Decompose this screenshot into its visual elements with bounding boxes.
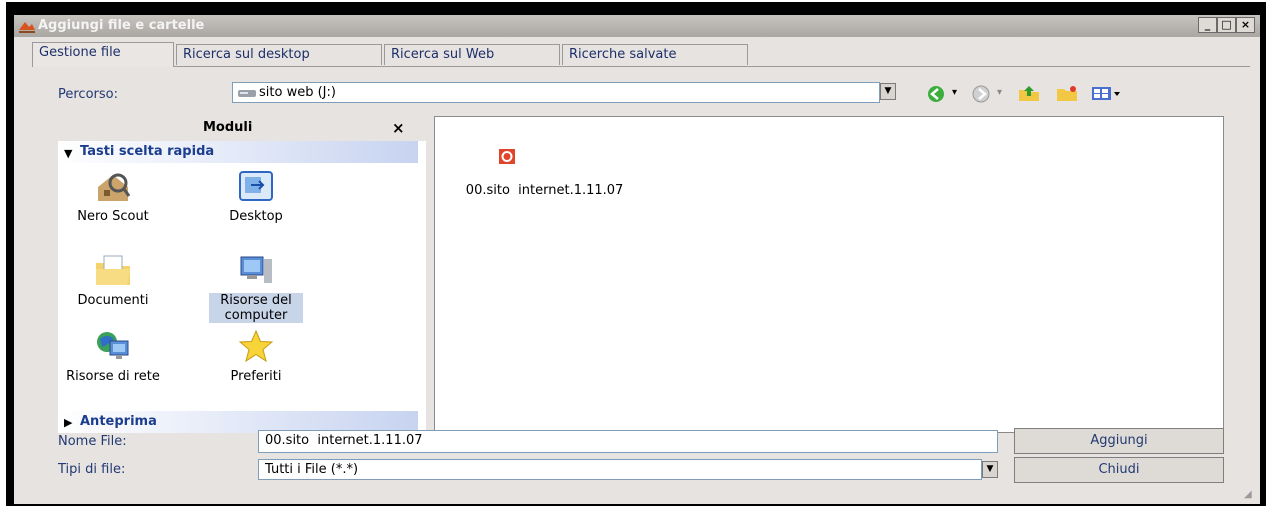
filetype-select[interactable]: Tutti i File (*.*): [258, 459, 982, 480]
path-value: sito web (J:): [259, 85, 336, 100]
close-window-button[interactable]: ×: [1236, 17, 1255, 33]
shortcut-nero-scout[interactable]: Nero Scout: [58, 169, 168, 224]
close-modules-icon[interactable]: ×: [392, 119, 405, 137]
filename-input[interactable]: 00.sito internet.1.11.07: [258, 430, 998, 453]
network-icon: [94, 332, 132, 367]
back-icon[interactable]: [926, 85, 946, 107]
tab-ricerca-desktop[interactable]: Ricerca sul desktop: [176, 44, 382, 65]
title-bar[interactable]: Aggiungi file e cartelle _ □ ×: [14, 15, 1260, 37]
my-computer-icon: [237, 256, 275, 291]
forward-icon[interactable]: [971, 85, 991, 107]
expand-triangle-icon: ▶: [64, 416, 73, 429]
path-combobox[interactable]: sito web (J:): [232, 82, 880, 103]
path-label: Percorso:: [58, 87, 118, 102]
add-button[interactable]: Aggiungi: [1014, 428, 1224, 454]
tab-divider: [32, 66, 1250, 67]
tab-label: Ricerca sul desktop: [183, 47, 310, 62]
modules-panel: ▼ Tasti scelta rapida Nero Scout Desktop…: [58, 141, 426, 433]
favorites-star-icon: [237, 329, 275, 367]
tab-ricerca-web[interactable]: Ricerca sul Web: [384, 44, 560, 65]
shortcut-preferiti[interactable]: Preferiti: [201, 329, 311, 384]
filetype-label: Tipi di file:: [58, 462, 126, 477]
shortcut-label: Documenti: [77, 293, 149, 308]
shortcut-label: Desktop: [229, 209, 283, 224]
tab-gestione-file[interactable]: Gestione file: [32, 42, 174, 67]
filetype-dropdown-button[interactable]: ▼: [982, 461, 998, 478]
resize-grip-icon[interactable]: ◢: [1244, 489, 1252, 500]
maximize-button[interactable]: □: [1217, 17, 1236, 33]
desktop-icon: [237, 171, 275, 207]
drive-icon: [238, 87, 256, 102]
preview-group-label: Anteprima: [80, 414, 157, 429]
view-menu-icon[interactable]: [1091, 85, 1121, 105]
file-list[interactable]: 00.sito internet.1.11.07: [434, 116, 1224, 433]
collapse-triangle-icon: ▼: [64, 147, 73, 160]
shortcut-label: Risorse di rete: [66, 369, 160, 384]
file-name: 00.sito internet.1.11.07: [465, 183, 624, 198]
shortcuts-group-label: Tasti scelta rapida: [80, 144, 215, 159]
modules-panel-header: Moduli ×: [58, 119, 426, 139]
nero-scout-icon: [94, 173, 132, 207]
new-folder-icon[interactable]: [1056, 85, 1078, 106]
minimize-button[interactable]: _: [1198, 17, 1217, 33]
window-title: Aggiungi file e cartelle: [38, 18, 205, 33]
documents-folder-icon: [94, 255, 132, 291]
shortcut-risorse-computer[interactable]: Risorse del computer: [201, 253, 311, 323]
shortcut-label: Nero Scout: [77, 209, 149, 224]
shortcut-label: Risorse del computer: [209, 293, 303, 323]
shortcut-label: Preferiti: [230, 369, 282, 384]
shortcut-documenti[interactable]: Documenti: [58, 253, 168, 308]
back-dropdown-icon[interactable]: ▾: [952, 87, 957, 98]
path-dropdown-button[interactable]: ▼: [880, 83, 896, 100]
tab-label: Gestione file: [39, 45, 121, 60]
tab-ricerche-salvate[interactable]: Ricerche salvate: [562, 44, 748, 65]
shortcuts-group-header[interactable]: ▼ Tasti scelta rapida: [58, 141, 418, 163]
close-button[interactable]: Chiudi: [1014, 457, 1224, 483]
tab-label: Ricerche salvate: [569, 47, 677, 62]
file-list-item[interactable]: 00.sito internet.1.11.07: [441, 119, 623, 213]
forward-dropdown-icon[interactable]: ▾: [997, 87, 1002, 98]
shortcut-risorse-rete[interactable]: Risorse di rete: [58, 329, 168, 384]
nero-app-icon: [18, 18, 36, 38]
nero-file-icon: [466, 134, 515, 183]
modules-title: Moduli: [203, 120, 253, 135]
tab-label: Ricerca sul Web: [391, 47, 495, 62]
dialog-window: Aggiungi file e cartelle _ □ × Gestione …: [14, 15, 1260, 504]
up-folder-icon[interactable]: [1018, 84, 1040, 106]
filename-label: Nome File:: [58, 434, 127, 449]
shortcut-desktop[interactable]: Desktop: [201, 169, 311, 224]
